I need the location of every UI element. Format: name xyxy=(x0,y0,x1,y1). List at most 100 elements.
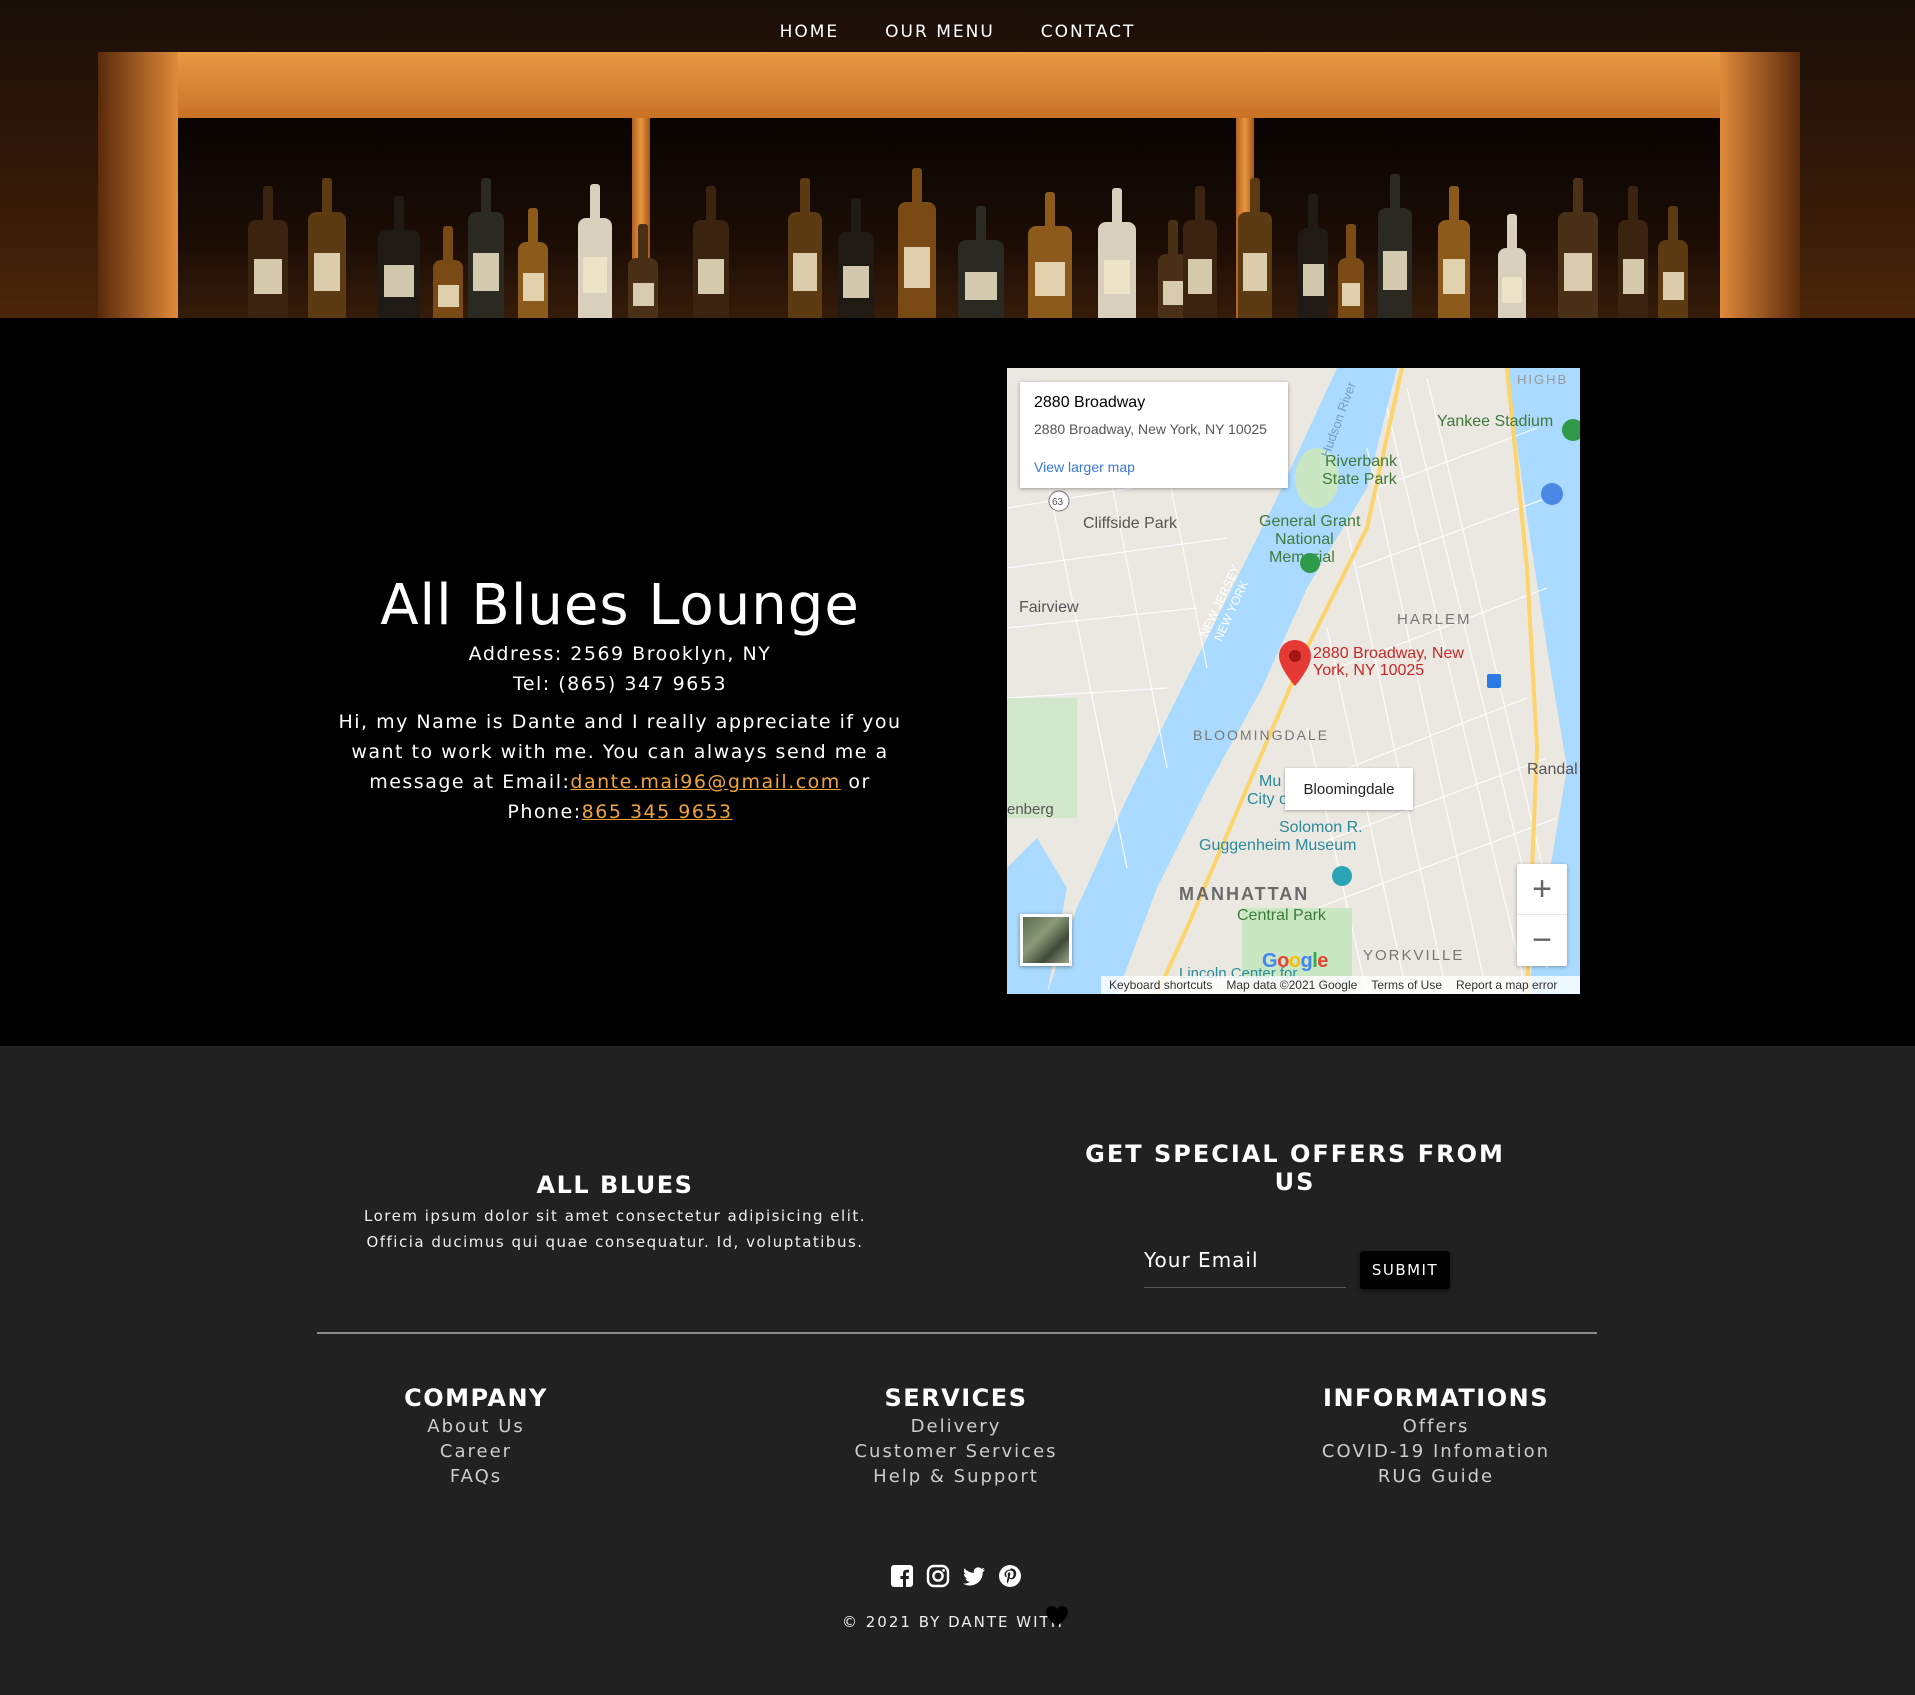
footer-brand-title: ALL BLUES xyxy=(536,1171,694,1199)
google-map[interactable]: Yankee Stadium Riverbank State Park Clif… xyxy=(1007,368,1580,994)
social-links xyxy=(890,1564,1022,1588)
bottle-image xyxy=(518,242,548,318)
bottle-image xyxy=(1098,222,1136,318)
bottle-image xyxy=(898,202,936,318)
hero-banner: HOME OUR MENU CONTACT xyxy=(0,0,1915,318)
map-label-harlem: HARLEM xyxy=(1397,611,1472,628)
footer-link-delivery[interactable]: Delivery xyxy=(796,1414,1116,1439)
contact-info: All Blues Lounge Address: 2569 Brooklyn,… xyxy=(320,573,920,827)
twitter-icon[interactable] xyxy=(962,1564,986,1588)
copyright-text: © 2021 BY DANTE WITH xyxy=(842,1613,1064,1631)
heart-icon xyxy=(1044,1604,1070,1632)
map-label-manhattan: MANHATTAN xyxy=(1179,884,1309,904)
email-input[interactable] xyxy=(1144,1232,1346,1287)
bottle-image xyxy=(1618,220,1648,318)
report-map-error-link[interactable]: Report a map error xyxy=(1456,978,1557,992)
terms-of-use-link[interactable]: Terms of Use xyxy=(1371,978,1442,992)
footer-divider xyxy=(317,1332,1597,1334)
view-larger-map-link[interactable]: View larger map xyxy=(1034,459,1274,475)
tel-text: Tel: (865) 347 9653 xyxy=(512,673,728,695)
map-info-card: 2880 Broadway 2880 Broadway, New York, N… xyxy=(1020,382,1288,488)
bottle-image xyxy=(788,212,822,318)
footer-link-career[interactable]: Career xyxy=(316,1439,636,1464)
offers-block: GET SPECIAL OFFERS FROM US xyxy=(1060,1140,1530,1196)
keyboard-shortcuts-link[interactable]: Keyboard shortcuts xyxy=(1109,978,1212,992)
map-label-museum: Mu xyxy=(1259,773,1281,790)
bottle-image xyxy=(693,220,729,318)
map-label-randal: Randal xyxy=(1527,761,1578,778)
zoom-control: + − xyxy=(1517,864,1567,966)
page-title: All Blues Lounge xyxy=(380,573,860,638)
bar-shelf-image xyxy=(98,52,1800,318)
bottle-image xyxy=(378,230,420,318)
contact-section: All Blues Lounge Address: 2569 Brooklyn,… xyxy=(0,318,1915,1046)
satellite-toggle[interactable] xyxy=(1020,914,1072,966)
map-data-text: Map data ©2021 Google xyxy=(1226,978,1358,992)
bio-text: Hi, my Name is Dante and I really apprec… xyxy=(320,707,920,827)
footer-brand: ALL BLUES Lorem ipsum dolor sit amet con… xyxy=(340,1171,890,1255)
nav-our-menu[interactable]: OUR MENU xyxy=(862,22,1018,42)
map-pin-label-line2: York, NY 10025 xyxy=(1313,662,1424,679)
footer-col-company: COMPANY About Us Career FAQs xyxy=(316,1384,636,1489)
bottle-image xyxy=(468,212,504,318)
bottle-image xyxy=(1028,226,1072,318)
bottle-image xyxy=(1658,240,1688,318)
map-footer: Keyboard shortcuts Map data ©2021 Google… xyxy=(1101,976,1580,994)
submit-button[interactable]: SUBMIT xyxy=(1360,1251,1450,1289)
facebook-icon[interactable] xyxy=(890,1564,914,1588)
bottle-image xyxy=(248,220,288,318)
footer-link-offers[interactable]: Offers xyxy=(1276,1414,1596,1439)
bottle-image xyxy=(1558,212,1598,318)
site-footer: ALL BLUES Lorem ipsum dolor sit amet con… xyxy=(0,1046,1915,1695)
pinterest-icon[interactable] xyxy=(998,1564,1022,1588)
bottle-image xyxy=(1378,208,1412,318)
bottle-image xyxy=(1338,258,1364,318)
map-label-riverbank: Riverbank xyxy=(1325,453,1398,470)
footer-col-title: COMPANY xyxy=(404,1384,548,1412)
footer-col-title: SERVICES xyxy=(884,1384,1028,1412)
map-label-national: National xyxy=(1275,531,1334,548)
footer-brand-text: Lorem ipsum dolor sit amet consectetur a… xyxy=(363,1207,867,1251)
bottle-image xyxy=(1298,228,1328,318)
zoom-in-button[interactable]: + xyxy=(1517,864,1567,915)
map-label-solomon-r: Solomon R. xyxy=(1279,819,1363,836)
footer-col-title: INFORMATIONS xyxy=(1323,1384,1549,1412)
map-label-bloomingdale[interactable]: Bloomingdale xyxy=(1285,768,1413,810)
bottle-image xyxy=(433,260,463,318)
map-label-highb: HIGHB xyxy=(1517,372,1568,387)
footer-link-customer-services[interactable]: Customer Services xyxy=(796,1439,1116,1464)
nav-contact[interactable]: CONTACT xyxy=(1018,22,1159,42)
map-label-cliffside-park: Cliffside Park xyxy=(1083,515,1178,532)
footer-link-about-us[interactable]: About Us xyxy=(316,1414,636,1439)
map-label-enberg: enberg xyxy=(1007,801,1054,818)
bottle-image xyxy=(578,218,612,318)
bottle-image xyxy=(308,212,346,318)
map-label-city: City o xyxy=(1247,791,1288,808)
email-field-wrap xyxy=(1144,1232,1346,1288)
google-logo: Google xyxy=(1262,950,1328,972)
zoom-out-button[interactable]: − xyxy=(1517,915,1567,966)
bottle-image xyxy=(958,240,1004,318)
map-card-address: 2880 Broadway, New York, NY 10025 xyxy=(1034,421,1267,437)
footer-link-rug-guide[interactable]: RUG Guide xyxy=(1276,1464,1596,1489)
map-label-fairview: Fairview xyxy=(1019,599,1079,616)
instagram-icon[interactable] xyxy=(926,1564,950,1588)
map-label-bloomingdale-area: BLOOMINGDALE xyxy=(1193,727,1329,743)
offers-title: GET SPECIAL OFFERS FROM US xyxy=(1085,1140,1505,1196)
bottle-image xyxy=(838,232,874,318)
bottle-image xyxy=(1498,248,1526,318)
map-card-title: 2880 Broadway xyxy=(1034,394,1146,411)
map-label-guggenheim: Guggenheim Museum xyxy=(1199,837,1356,854)
nav-home[interactable]: HOME xyxy=(757,22,863,42)
phone-link[interactable]: 865 345 9653 xyxy=(582,801,733,823)
bottle-image xyxy=(1438,220,1470,318)
footer-link-help-support[interactable]: Help & Support xyxy=(796,1464,1116,1489)
footer-col-services: SERVICES Delivery Customer Services Help… xyxy=(796,1384,1116,1489)
email-link[interactable]: dante.mai96@gmail.com xyxy=(570,771,840,793)
bottle-image xyxy=(1183,220,1217,318)
footer-col-informations: INFORMATIONS Offers COVID-19 Infomation … xyxy=(1276,1384,1596,1489)
map-label-central-park: Central Park xyxy=(1237,907,1327,924)
footer-link-faqs[interactable]: FAQs xyxy=(316,1464,636,1489)
bottle-image xyxy=(1238,212,1272,318)
footer-link-covid-info[interactable]: COVID-19 Infomation xyxy=(1276,1439,1596,1464)
